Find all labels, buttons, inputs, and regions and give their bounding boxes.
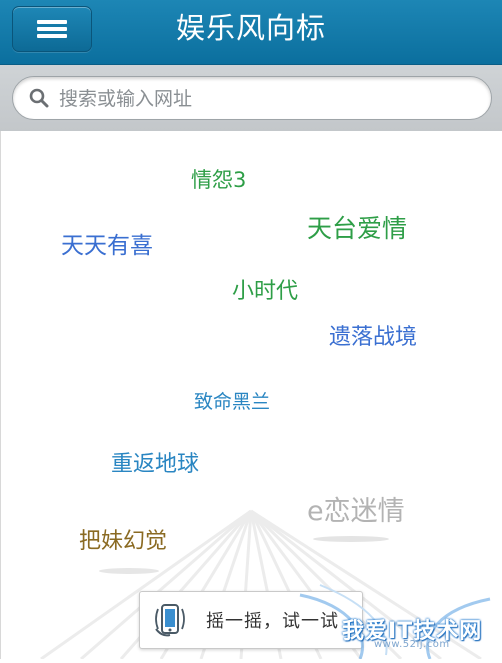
search-input[interactable]: [57, 83, 481, 115]
search-icon: [29, 88, 49, 108]
tag-item[interactable]: 天天有喜: [61, 226, 153, 260]
shake-button-label: 摇一摇，试一试: [206, 611, 339, 632]
tag-item[interactable]: 把妹幻觉: [79, 523, 167, 555]
tag-item[interactable]: 重返地球: [111, 446, 199, 478]
tag-item[interactable]: 遗落战境: [329, 319, 417, 351]
tag-item[interactable]: 天台爱情: [307, 209, 407, 245]
tag-cloud-area: 情怨3 天台爱情 天天有喜 小时代 遗落战境 致命黑兰 重返地球 e恋迷情 把妹…: [0, 131, 502, 659]
shaking-phone-icon: [155, 604, 185, 637]
tag-item[interactable]: e恋迷情: [307, 489, 405, 528]
search-bar: [0, 65, 502, 131]
tag-item[interactable]: 情怨3: [191, 164, 246, 194]
shake-button[interactable]: 摇一摇，试一试: [139, 591, 363, 649]
tag-item[interactable]: 致命黑兰: [194, 387, 270, 414]
search-box[interactable]: [12, 76, 492, 120]
page-title: 娱乐风向标: [175, 11, 326, 45]
app-header: 娱乐风向标: [0, 0, 502, 65]
tag-item[interactable]: 小时代: [232, 273, 298, 305]
